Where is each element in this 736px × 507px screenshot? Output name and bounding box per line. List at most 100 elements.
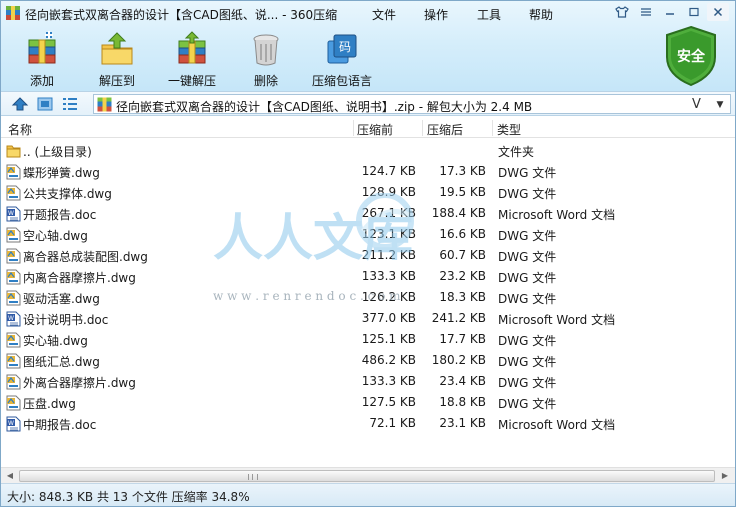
menu-lines-icon[interactable] (635, 3, 657, 21)
file-size-after: 180.2 KB (431, 353, 486, 367)
file-row[interactable]: 离合器总成装配图.dwg 211.2 KB 60.7 KB DWG 文件 (1, 245, 735, 266)
file-size-after: 23.1 KB (439, 416, 486, 430)
file-size-after: 23.4 KB (439, 374, 486, 388)
extract-to-label: 解压到 (98, 74, 135, 88)
minimize-icon[interactable] (659, 3, 681, 21)
file-name: 驱动活塞.dwg (23, 292, 100, 306)
security-shield-button[interactable]: 安全 (663, 25, 719, 87)
column-compressed-after[interactable]: 压缩后 (427, 121, 463, 138)
chevron-down-icon[interactable]: ▼ (712, 98, 728, 112)
file-size-before: 123.1 KB (361, 227, 416, 241)
shield-icon: 安全 (666, 25, 716, 87)
parent-directory-type: 文件夹 (498, 145, 535, 159)
file-type: DWG 文件 (498, 334, 557, 348)
delete-label: 删除 (253, 74, 278, 88)
column-type[interactable]: 类型 (497, 121, 521, 138)
menu-file[interactable]: 文件 (372, 6, 396, 23)
file-row[interactable]: 图纸汇总.dwg 486.2 KB 180.2 KB DWG 文件 (1, 350, 735, 371)
list-view-icon[interactable] (61, 96, 79, 112)
file-type: Microsoft Word 文档 (498, 313, 616, 327)
horizontal-scrollbar[interactable]: ◀ ▶ (1, 467, 735, 483)
file-type: DWG 文件 (498, 376, 557, 390)
parent-directory-row[interactable]: .. (上级目录) 文件夹 (1, 140, 735, 161)
file-row[interactable]: 压盘.dwg 127.5 KB 18.8 KB DWG 文件 (1, 392, 735, 413)
file-name: 设计说明书.doc (23, 313, 109, 327)
file-size-after: 241.2 KB (431, 311, 486, 325)
verify-v-label[interactable]: V (692, 97, 701, 112)
file-row[interactable]: 驱动活塞.dwg 126.2 KB 18.3 KB DWG 文件 (1, 287, 735, 308)
file-type: DWG 文件 (498, 187, 557, 201)
file-size-before: 133.3 KB (361, 374, 416, 388)
file-row[interactable]: 内离合器摩擦片.dwg 133.3 KB 23.2 KB DWG 文件 (1, 266, 735, 287)
file-row[interactable]: W 开题报告.doc 267.1 KB 188.4 KB Microsoft Word … (1, 203, 735, 224)
dwg-file-icon (6, 164, 21, 180)
scroll-right-icon[interactable]: ▶ (717, 469, 733, 483)
file-type: DWG 文件 (498, 271, 557, 285)
word-document-icon: W (6, 206, 21, 222)
delete-trash-icon (253, 34, 279, 66)
add-archive-icon (28, 31, 56, 64)
close-icon[interactable] (707, 3, 729, 21)
delete-button[interactable]: 删除 (226, 29, 306, 89)
file-name: 开题报告.doc (23, 208, 97, 222)
up-arrow-icon[interactable] (11, 96, 29, 112)
file-type: DWG 文件 (498, 397, 557, 411)
dwg-file-icon (6, 332, 21, 348)
dwg-file-icon (6, 248, 21, 264)
skin-shirt-icon[interactable] (611, 3, 633, 21)
file-name: 蝶形弹簧.dwg (23, 166, 100, 180)
file-size-before: 126.2 KB (361, 290, 416, 304)
dwg-file-icon (6, 290, 21, 306)
archive-language-icon: 码 (327, 34, 357, 64)
file-size-before: 72.1 KB (369, 416, 416, 430)
file-row[interactable]: 蝶形弹簧.dwg 124.7 KB 17.3 KB DWG 文件 (1, 161, 735, 182)
file-name: 公共支撑体.dwg (23, 187, 112, 201)
file-row[interactable]: W 设计说明书.doc 377.0 KB 241.2 KB Microsoft Word… (1, 308, 735, 329)
file-size-after: 23.2 KB (439, 269, 486, 283)
file-size-after: 18.8 KB (439, 395, 486, 409)
file-size-after: 18.3 KB (439, 290, 486, 304)
file-type: Microsoft Word 文档 (498, 418, 616, 432)
file-name: 外离合器摩擦片.dwg (23, 376, 136, 390)
file-size-before: 377.0 KB (361, 311, 416, 325)
security-label: 安全 (677, 48, 706, 65)
file-row[interactable]: 空心轴.dwg 123.1 KB 16.6 KB DWG 文件 (1, 224, 735, 245)
add-button[interactable]: 添加 (2, 29, 82, 89)
file-name: 中期报告.doc (23, 418, 97, 432)
file-row[interactable]: 外离合器摩擦片.dwg 133.3 KB 23.4 KB DWG 文件 (1, 371, 735, 392)
file-row[interactable]: 实心轴.dwg 125.1 KB 17.7 KB DWG 文件 (1, 329, 735, 350)
file-list: .. (上级目录) 文件夹 蝶形弹簧.dwg 124.7 KB 17.3 KB DWG… (1, 139, 735, 465)
maximize-icon[interactable] (683, 3, 705, 21)
file-size-before: 211.2 KB (361, 248, 416, 262)
file-name: 空心轴.dwg (23, 229, 88, 243)
scroll-left-icon[interactable]: ◀ (2, 469, 18, 483)
svg-text:W: W (8, 420, 14, 427)
app-archive-icon (6, 6, 20, 20)
file-type: DWG 文件 (498, 166, 557, 180)
large-icon-view-icon[interactable] (36, 96, 54, 112)
file-row[interactable]: 公共支撑体.dwg 128.9 KB 19.5 KB DWG 文件 (1, 182, 735, 203)
dwg-file-icon (6, 353, 21, 369)
column-name[interactable]: 名称 (8, 121, 32, 138)
file-size-before: 267.1 KB (361, 206, 416, 220)
address-bar[interactable]: 径向嵌套式双离合器的设计【含CAD图纸、说明书】.zip - 解包大小为 2.4… (93, 94, 731, 114)
menu-tools[interactable]: 工具 (477, 6, 501, 23)
file-size-before: 124.7 KB (361, 164, 416, 178)
address-row: 径向嵌套式双离合器的设计【含CAD图纸、说明书】.zip - 解包大小为 2.4… (1, 91, 735, 116)
archive-language-button[interactable]: 码 压缩包语言 (302, 29, 382, 89)
menu-operate[interactable]: 操作 (424, 6, 448, 23)
file-row[interactable]: W 中期报告.doc 72.1 KB 23.1 KB Microsoft Word 文档 (1, 413, 735, 434)
menu-help[interactable]: 帮助 (529, 6, 553, 23)
window-title: 径向嵌套式双离合器的设计【含CAD图纸、说... - 360压缩 (25, 8, 338, 22)
word-document-icon: W (6, 311, 21, 327)
archive-language-label: 压缩包语言 (311, 74, 372, 88)
extract-to-button[interactable]: 解压到 (77, 29, 157, 89)
one-click-extract-button[interactable]: 一键解压 (152, 29, 232, 89)
file-size-after: 19.5 KB (439, 185, 486, 199)
scrollbar-thumb[interactable] (19, 470, 715, 482)
file-size-after: 60.7 KB (439, 248, 486, 262)
file-type: DWG 文件 (498, 250, 557, 264)
dwg-file-icon (6, 395, 21, 411)
column-compressed-before[interactable]: 压缩前 (357, 121, 393, 138)
add-label: 添加 (29, 74, 54, 88)
